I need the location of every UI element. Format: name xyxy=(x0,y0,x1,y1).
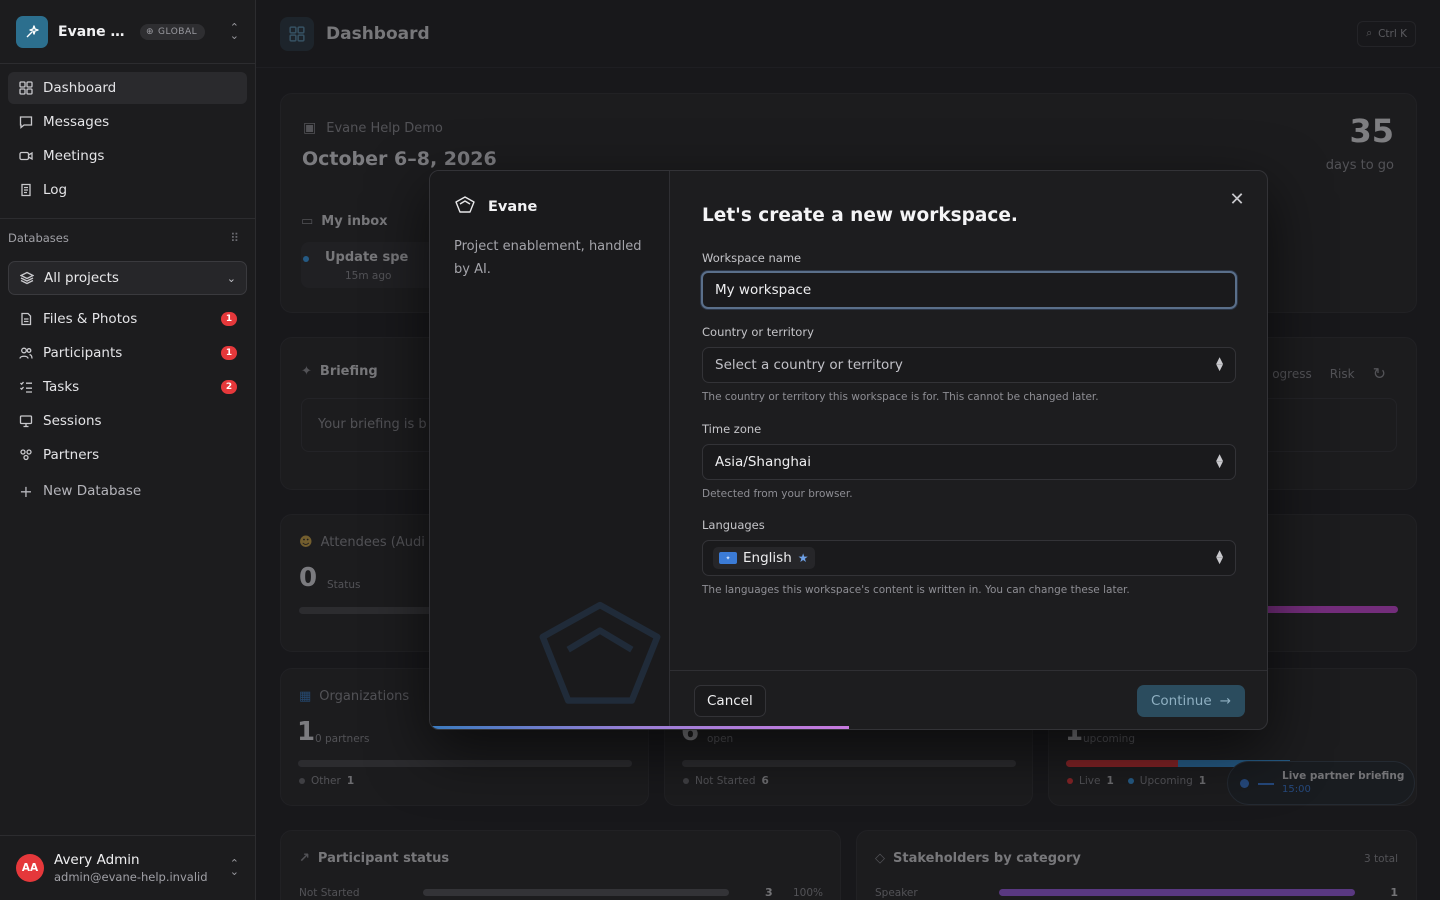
user-name: Avery Admin xyxy=(54,852,140,868)
workspace-logo-icon xyxy=(16,15,48,48)
chevron-up-down-icon: ⌃ ⌄ xyxy=(229,20,239,42)
sidebar: Evane He... ⊕ GLOBAL ⌃⌄ Dashboard Messag… xyxy=(0,0,256,900)
log-icon xyxy=(18,182,34,198)
cancel-button[interactable]: Cancel xyxy=(694,685,766,717)
modal-heading: Let's create a new workspace. xyxy=(702,205,1018,226)
evane-watermark-icon xyxy=(530,591,670,725)
chevron-up-down-icon: ⌃ ⌄ xyxy=(229,857,239,878)
timezone-value: Asia/Shanghai xyxy=(715,454,811,470)
modal-brand: Evane xyxy=(454,195,537,219)
layers-icon xyxy=(19,270,35,286)
languages-select[interactable]: ✦ English ★ ▲ ▼ xyxy=(702,540,1236,576)
continue-label: Continue xyxy=(1150,693,1212,709)
modal-progress-bar xyxy=(430,726,849,729)
nav-item-meetings[interactable]: Meetings xyxy=(8,140,247,172)
language-chip[interactable]: ✦ English ★ xyxy=(713,547,815,569)
nav-item-participants[interactable]: Participants 1 xyxy=(8,337,247,369)
language-chip-label: English xyxy=(743,550,792,566)
nav-label: Participants xyxy=(43,345,123,361)
star-icon: ★ xyxy=(797,551,809,565)
workspace-switcher[interactable]: Evane He... ⊕ GLOBAL ⌃⌄ xyxy=(0,0,255,64)
create-workspace-modal: Evane Project enablement, handled by AI.… xyxy=(429,170,1268,730)
primary-nav: Dashboard Messages Meetings Log xyxy=(0,64,255,206)
checklist-icon xyxy=(18,379,34,395)
nav-item-partners[interactable]: Partners xyxy=(8,439,247,471)
nav-label: Log xyxy=(43,182,68,198)
avatar: AA xyxy=(16,854,44,882)
nav-label: Tasks xyxy=(43,379,80,395)
modal-tagline: Project enablement, handled by AI. xyxy=(454,239,642,277)
file-icon xyxy=(18,311,34,327)
users-icon xyxy=(18,345,34,361)
flag-icon: ✦ xyxy=(719,552,737,564)
chevron-up-down-icon: ▲ ▼ xyxy=(1216,549,1223,566)
country-label: Country or territory xyxy=(702,325,814,339)
timezone-label: Time zone xyxy=(702,422,762,436)
handshake-icon xyxy=(18,447,34,463)
workspace-name-label: Workspace name xyxy=(702,251,802,265)
nav-label: Meetings xyxy=(43,148,105,164)
chevron-up-down-icon: ▲ ▼ xyxy=(1216,453,1223,470)
modal-brand-panel: Evane Project enablement, handled by AI. xyxy=(430,171,670,729)
timezone-select[interactable]: Asia/Shanghai ▲ ▼ xyxy=(702,444,1236,480)
workspace-name-input[interactable]: My workspace xyxy=(701,271,1237,309)
nav-label: Dashboard xyxy=(43,80,117,96)
languages-label: Languages xyxy=(702,518,765,532)
new-database-button[interactable]: + New Database xyxy=(8,475,247,507)
evane-logo-icon xyxy=(454,195,476,219)
count-badge: 1 xyxy=(221,346,237,360)
workspace-name-value: My workspace xyxy=(715,282,812,298)
nav-item-tasks[interactable]: Tasks 2 xyxy=(8,371,247,403)
drag-handle-icon[interactable]: ⠿ xyxy=(230,231,239,245)
languages-help: The languages this workspace's content i… xyxy=(702,584,1130,596)
close-icon[interactable]: ✕ xyxy=(1227,189,1247,210)
user-menu[interactable]: AA Avery Admin admin@evane-help.invalid … xyxy=(0,835,255,900)
nav-label: Messages xyxy=(43,114,110,130)
presentation-icon xyxy=(18,413,34,429)
nav-item-messages[interactable]: Messages xyxy=(8,106,247,138)
timezone-help: Detected from your browser. xyxy=(702,488,853,500)
database-selector[interactable]: All projects ⌄ xyxy=(8,261,247,295)
country-placeholder: Select a country or territory xyxy=(715,357,903,373)
count-badge: 1 xyxy=(221,312,237,326)
modal-form-panel: ✕ Let's create a new workspace. Workspac… xyxy=(670,171,1267,729)
databases-label: Databases xyxy=(8,231,69,245)
nav-label: New Database xyxy=(43,483,142,499)
nav-label: Partners xyxy=(43,447,100,463)
database-nav: Files & Photos 1 Participants 1 Tasks 2 … xyxy=(0,303,255,507)
user-email: admin@evane-help.invalid xyxy=(54,870,208,884)
modal-footer: Cancel Continue → xyxy=(670,670,1267,729)
nav-label: Sessions xyxy=(43,413,102,429)
country-select[interactable]: Select a country or territory ▲ ▼ xyxy=(702,347,1236,383)
nav-item-dashboard[interactable]: Dashboard xyxy=(8,72,247,104)
workspace-scope-label: GLOBAL xyxy=(158,26,198,37)
workspace-name: Evane He... xyxy=(58,23,134,40)
chevron-down-icon: ⌄ xyxy=(226,271,236,285)
country-help: The country or territory this workspace … xyxy=(702,391,1099,403)
nav-label: Files & Photos xyxy=(43,311,138,327)
user-meta: Avery Admin admin@evane-help.invalid xyxy=(54,852,208,884)
nav-item-log[interactable]: Log xyxy=(8,174,247,206)
plus-icon: + xyxy=(19,481,33,501)
dashboard-icon xyxy=(18,80,34,96)
video-icon xyxy=(18,148,34,164)
count-badge: 2 xyxy=(221,380,237,394)
arrow-right-icon: → xyxy=(1219,693,1231,709)
nav-item-files-photos[interactable]: Files & Photos 1 xyxy=(8,303,247,335)
database-selector-value: All projects xyxy=(44,270,119,286)
chevron-up-down-icon: ▲ ▼ xyxy=(1216,356,1223,373)
workspace-scope-badge: ⊕ GLOBAL xyxy=(140,23,206,40)
message-icon xyxy=(18,114,34,130)
databases-section-header: Databases ⠿ xyxy=(0,219,255,253)
globe-icon: ⊕ xyxy=(146,26,155,37)
modal-brand-name: Evane xyxy=(488,199,538,215)
nav-item-sessions[interactable]: Sessions xyxy=(8,405,247,437)
continue-button[interactable]: Continue → xyxy=(1136,685,1245,717)
